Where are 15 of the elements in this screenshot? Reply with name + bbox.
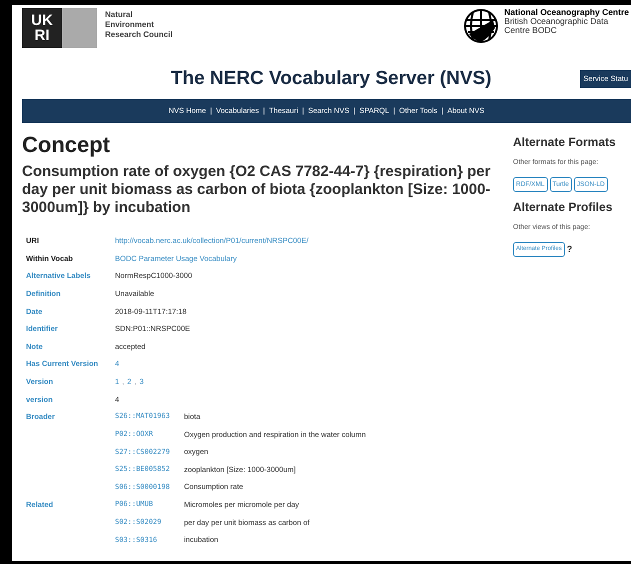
ukri-logo: UK RI [22,8,62,48]
concept-title: Consumption rate of oxygen {O2 CAS 7782-44-7} {respiration} per day per unit biomass as carbon of biota {zooplankton [Size: 1000-3000um]} by incubation [22,163,492,217]
formats-heading: Alternate Formats [513,134,616,151]
council-name: Environment [105,20,155,30]
centre-name: National Oceanography Centre [504,8,629,17]
data-centre-name: British Oceanographic Data [504,17,610,26]
logo-panel [62,8,97,48]
council-name: Natural [105,10,134,20]
profiles-heading: Alternate Profiles [513,199,614,216]
council-name: Research Council [105,30,173,40]
help-mark[interactable]: ? [566,242,572,256]
page-heading: Concept [22,131,111,159]
site-title: The NERC Vocabulary Server (NVS) [170,66,492,91]
globe-logo-icon [463,8,500,44]
data-centre-name: Centre BODC [504,26,557,35]
